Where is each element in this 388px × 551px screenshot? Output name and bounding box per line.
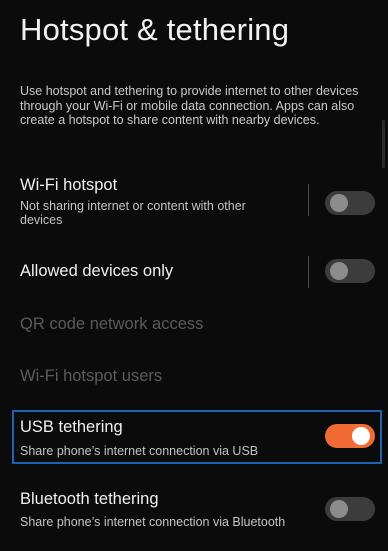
wifi-hotspot-row[interactable]: Wi-Fi hotspot Not sharing internet or co…	[0, 172, 388, 234]
wifi-hotspot-toggle[interactable]	[325, 191, 375, 215]
toggle-knob	[352, 427, 370, 445]
bluetooth-tethering-subtitle: Share phone’s internet connection via Bl…	[20, 515, 286, 529]
settings-screen: Hotspot & tethering Use hotspot and teth…	[0, 0, 388, 551]
hotspot-users-row: Wi-Fi hotspot users	[0, 364, 388, 390]
hotspot-users-title: Wi-Fi hotspot users	[20, 367, 163, 385]
allowed-devices-title: Allowed devices only	[20, 262, 174, 280]
row-divider	[308, 256, 309, 288]
toggle-knob	[330, 500, 348, 518]
usb-tethering-row[interactable]: USB tethering Share phone’s internet con…	[0, 412, 388, 462]
qr-code-row: QR code network access	[0, 312, 388, 338]
row-divider	[308, 184, 309, 216]
allowed-devices-toggle[interactable]	[325, 259, 375, 283]
toggle-knob	[330, 194, 348, 212]
bluetooth-tethering-toggle[interactable]	[325, 497, 375, 521]
usb-tethering-subtitle: Share phone’s internet connection via US…	[20, 444, 259, 458]
qr-code-title: QR code network access	[20, 315, 204, 333]
usb-tethering-title: USB tethering	[20, 418, 123, 436]
page-description: Use hotspot and tethering to provide int…	[20, 84, 359, 127]
scrollbar[interactable]	[382, 120, 385, 168]
page-title: Hotspot & tethering	[20, 12, 290, 47]
wifi-hotspot-subtitle: Not sharing internet or content with oth…	[20, 199, 246, 227]
bluetooth-tethering-row[interactable]: Bluetooth tethering Share phone’s intern…	[0, 484, 388, 534]
toggle-knob	[330, 262, 348, 280]
usb-tethering-toggle[interactable]	[325, 424, 375, 448]
wifi-hotspot-title: Wi-Fi hotspot	[20, 176, 118, 194]
bluetooth-tethering-title: Bluetooth tethering	[20, 490, 159, 508]
allowed-devices-row[interactable]: Allowed devices only	[0, 252, 388, 292]
